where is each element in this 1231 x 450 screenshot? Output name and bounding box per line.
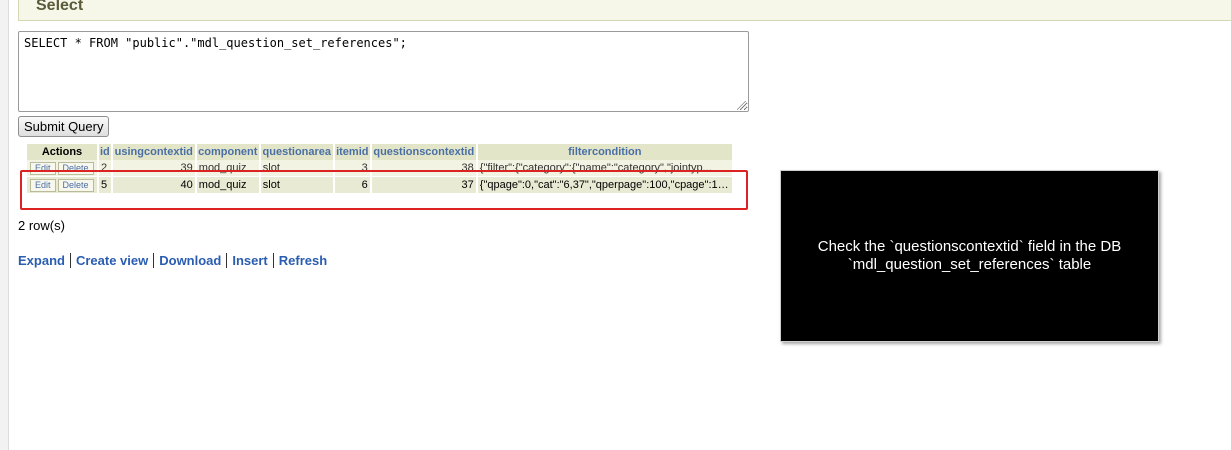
cell-filtercondition: {"qpage":0,"cat":"6,37","qperpage":100,"…	[477, 177, 732, 194]
table-row: Edit Delete 5 40 mod_quiz slot 6 37 {"qpa…	[27, 177, 732, 194]
left-rail	[0, 0, 9, 450]
cell-id: 2	[99, 160, 111, 177]
insert-link[interactable]: Insert	[226, 253, 273, 268]
refresh-link[interactable]: Refresh	[272, 253, 333, 268]
cell-usingcontextid: 40	[112, 177, 195, 194]
delete-button[interactable]: Delete	[57, 161, 94, 175]
cell-component: mod_quiz	[196, 177, 259, 194]
row-actions: Edit Delete	[27, 177, 97, 194]
section-header: Select	[18, 0, 1231, 21]
submit-query-button[interactable]: Submit Query	[18, 116, 110, 137]
header-actions: Actions	[27, 144, 97, 160]
header-filtercondition[interactable]: filtercondition	[477, 144, 732, 160]
section-title: Select	[36, 0, 84, 14]
create-view-link[interactable]: Create view	[69, 253, 154, 268]
header-questionarea[interactable]: questionarea	[260, 144, 333, 160]
results-table: Actions id usingcontextid component ques…	[25, 144, 734, 194]
header-component[interactable]: component	[196, 144, 259, 160]
row-count: 2 row(s)	[18, 218, 65, 233]
cell-filtercondition: {"filter":{"category":{"name":"category"…	[477, 160, 732, 177]
cell-component: mod_quiz	[196, 160, 259, 177]
header-id[interactable]: id	[99, 144, 111, 160]
table-row: Edit Delete 2 39 mod_quiz slot 3 38 {"fil…	[27, 160, 732, 177]
cell-questionscontextid: 38	[371, 160, 476, 177]
row-actions: Edit Delete	[27, 160, 97, 177]
table-header-row: Actions id usingcontextid component ques…	[27, 144, 732, 160]
cell-itemid: 3	[334, 160, 370, 177]
delete-button[interactable]: Delete	[57, 178, 94, 192]
cell-questionarea: slot	[260, 177, 333, 194]
cell-questionscontextid: 37	[371, 177, 476, 194]
header-questionscontextid[interactable]: questionscontextid	[371, 144, 476, 160]
resize-grip-icon[interactable]	[737, 101, 746, 110]
cell-id: 5	[99, 177, 111, 194]
cell-questionarea: slot	[260, 160, 333, 177]
cell-itemid: 6	[334, 177, 370, 194]
result-links: Expand Create view Download Insert Refresh	[18, 253, 333, 268]
edit-button[interactable]: Edit	[30, 161, 56, 175]
annotation-text: Check the `questionscontextid` field in …	[817, 238, 1122, 273]
annotation-callout: Check the `questionscontextid` field in …	[780, 170, 1159, 342]
expand-link[interactable]: Expand	[18, 253, 70, 268]
sql-query-textarea[interactable]: SELECT * FROM "public"."mdl_question_set…	[18, 31, 749, 112]
edit-button[interactable]: Edit	[30, 178, 56, 192]
header-usingcontextid[interactable]: usingcontextid	[112, 144, 195, 160]
header-itemid[interactable]: itemid	[334, 144, 370, 160]
download-link[interactable]: Download	[153, 253, 227, 268]
cell-usingcontextid: 39	[112, 160, 195, 177]
